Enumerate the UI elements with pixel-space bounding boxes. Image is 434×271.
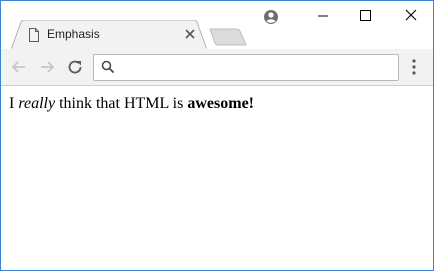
tab-title: Emphasis bbox=[47, 27, 100, 41]
close-icon[interactable] bbox=[183, 27, 197, 41]
search-icon bbox=[101, 60, 115, 74]
toolbar bbox=[1, 49, 433, 86]
arrow-left-icon[interactable] bbox=[9, 57, 29, 77]
text-middle: think that HTML is bbox=[55, 95, 188, 112]
close-window-icon[interactable] bbox=[397, 5, 425, 25]
tab-emphasis[interactable]: Emphasis bbox=[11, 20, 207, 50]
paragraph: I really think that HTML is awesome! bbox=[9, 95, 254, 113]
arrow-right-icon[interactable] bbox=[37, 57, 57, 77]
text-before: I bbox=[9, 95, 19, 112]
new-tab-button[interactable] bbox=[209, 28, 249, 46]
kebab-menu-icon[interactable] bbox=[409, 58, 419, 76]
title-bar: Emphasis bbox=[1, 1, 433, 50]
emphasis-text: really bbox=[18, 95, 56, 112]
minimize-icon[interactable] bbox=[309, 5, 337, 25]
maximize-icon[interactable] bbox=[351, 5, 379, 25]
document-icon bbox=[29, 28, 39, 42]
strong-text: awesome! bbox=[187, 95, 254, 112]
tab-shape bbox=[11, 20, 207, 50]
address-bar[interactable] bbox=[93, 54, 399, 81]
reload-icon[interactable] bbox=[65, 57, 85, 77]
address-input[interactable] bbox=[122, 58, 390, 76]
account-circle-icon[interactable] bbox=[263, 9, 279, 25]
browser-window: Emphasis I really think that HTML is awe… bbox=[0, 0, 434, 271]
page-content: I really think that HTML is awesome! bbox=[1, 86, 433, 270]
